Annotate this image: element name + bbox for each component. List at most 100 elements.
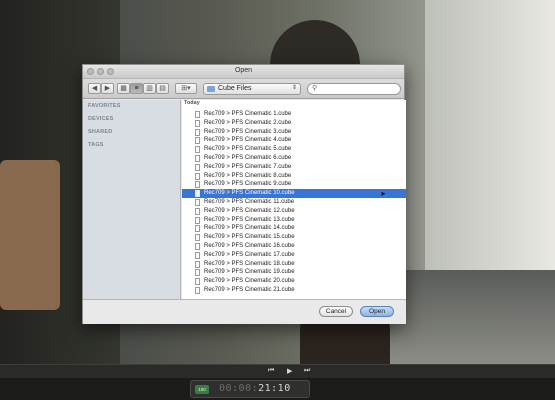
- file-row[interactable]: Rec709 > PFS Cinematic 3.cube: [182, 128, 406, 137]
- file-row[interactable]: Rec709 > PFS Cinematic 7.cube: [182, 163, 406, 172]
- document-icon: [195, 181, 200, 189]
- document-icon: [195, 234, 200, 242]
- file-name: Rec709 > PFS Cinematic 19.cube: [204, 269, 295, 276]
- file-row[interactable]: Rec709 > PFS Cinematic 8.cube: [182, 172, 406, 181]
- open-button[interactable]: Open: [360, 306, 394, 317]
- file-name: Rec709 > PFS Cinematic 12.cube: [204, 207, 295, 214]
- timecode-badge: 100: [195, 385, 209, 394]
- file-name: Rec709 > PFS Cinematic 18.cube: [204, 260, 295, 267]
- sidebar-section-favorites: FAVORITES: [88, 103, 121, 109]
- coverflow-view-button[interactable]: ▤: [156, 83, 169, 94]
- document-icon: [195, 216, 200, 224]
- folder-path-select[interactable]: Cube Files ⇕: [203, 83, 301, 95]
- timecode-text: 00:00:21:10: [219, 383, 291, 394]
- timecode-value: 21:10: [258, 383, 291, 394]
- document-icon: [195, 146, 200, 154]
- file-row[interactable]: Rec709 > PFS Cinematic 21.cube: [182, 286, 406, 295]
- dialog-toolbar: ◀ ▶ ▦ ≡ ▥ ▤ ⊞▾ Cube Files ⇕ ⚲: [83, 79, 404, 99]
- list-view-button[interactable]: ≡: [130, 83, 143, 94]
- back-arrow-icon: ◀: [91, 85, 98, 92]
- open-dialog: Open ◀ ▶ ▦ ≡ ▥ ▤ ⊞▾ Cube Files ⇕ ⚲ FAVOR…: [82, 64, 406, 324]
- file-row[interactable]: Rec709 > PFS Cinematic 1.cube: [182, 110, 406, 119]
- file-name: Rec709 > PFS Cinematic 20.cube: [204, 278, 295, 285]
- file-name: Rec709 > PFS Cinematic 1.cube: [204, 111, 292, 117]
- file-row[interactable]: Rec709 > PFS Cinematic 12.cube: [182, 207, 406, 216]
- forward-arrow-icon: ▶: [104, 85, 111, 92]
- file-name: Rec709 > PFS Cinematic 5.cube: [204, 146, 292, 153]
- arrange-grid-icon: ⊞▾: [181, 85, 191, 92]
- document-icon: [195, 287, 200, 294]
- document-icon: [195, 278, 200, 286]
- background-couch: [0, 160, 60, 310]
- file-row[interactable]: Rec709 > PFS Cinematic 19.cube: [182, 268, 406, 277]
- document-icon: [195, 119, 200, 127]
- document-icon: [195, 207, 200, 215]
- search-input[interactable]: ⚲: [307, 83, 401, 95]
- timecode-dim-part: 00:00:: [219, 383, 259, 394]
- updown-arrows-icon: ⇕: [291, 85, 297, 91]
- file-row[interactable]: Rec709 > PFS Cinematic 17.cube: [182, 251, 406, 260]
- mouse-cursor-icon: ➤: [380, 191, 386, 199]
- file-row[interactable]: Rec709 > PFS Cinematic 18.cube: [182, 260, 406, 269]
- timecode-display: 100 00:00:21:10: [190, 380, 310, 398]
- document-icon: [195, 260, 200, 268]
- file-row[interactable]: Rec709 > PFS Cinematic 9.cube: [182, 180, 406, 189]
- dialog-title: Open: [234, 67, 253, 74]
- file-row[interactable]: Rec709 > PFS Cinematic 2.cube: [182, 119, 406, 128]
- file-row[interactable]: Rec709 > PFS Cinematic 16.cube: [182, 242, 406, 251]
- coverflow-icon: ▤: [159, 85, 166, 92]
- file-row[interactable]: Rec709 > PFS Cinematic 6.cube: [182, 154, 406, 163]
- file-name: Rec709 > PFS Cinematic 16.cube: [204, 243, 295, 249]
- document-icon: [195, 155, 200, 162]
- folder-icon: [207, 86, 215, 92]
- file-list: Today Rec709 > PFS Cinematic 1.cube Rec70…: [182, 100, 406, 299]
- playback-controls: ⏮ ▶ ⏭: [0, 364, 555, 378]
- file-name: Rec709 > PFS Cinematic 8.cube: [204, 172, 292, 179]
- columns-icon: ▥: [146, 85, 153, 92]
- file-row[interactable]: Rec709 > PFS Cinematic 5.cube: [182, 145, 406, 154]
- file-row[interactable]: Rec709 > PFS Cinematic 13.cube: [182, 216, 406, 225]
- file-name: Rec709 > PFS Cinematic 14.cube: [204, 225, 295, 232]
- file-name: Rec709 > PFS Cinematic 4.cube: [204, 137, 292, 144]
- sidebar-section-tags: TAGS: [88, 142, 104, 148]
- document-icon: [195, 199, 200, 206]
- sidebar-section-devices: DEVICES: [88, 116, 114, 122]
- file-name: Rec709 > PFS Cinematic 11.cube: [204, 199, 295, 205]
- file-row[interactable]: Rec709 > PFS Cinematic 4.cube: [182, 136, 406, 145]
- file-name: Rec709 > PFS Cinematic 3.cube: [204, 128, 292, 135]
- list-icon: ≡: [134, 85, 139, 92]
- file-name: Rec709 > PFS Cinematic 7.cube: [204, 163, 292, 170]
- file-list-group-header: Today: [184, 100, 200, 106]
- document-icon: [195, 111, 200, 118]
- file-row[interactable]: Rec709 > PFS Cinematic 15.cube: [182, 233, 406, 242]
- forward-button[interactable]: ▶: [101, 83, 114, 94]
- file-name: Rec709 > PFS Cinematic 13.cube: [204, 216, 295, 223]
- document-icon: [195, 172, 200, 180]
- file-row[interactable]: Rec709 > PFS Cinematic 20.cube: [182, 277, 406, 286]
- document-icon: [195, 269, 200, 277]
- file-row-selected[interactable]: Rec709 > PFS Cinematic 10.cube ➤: [182, 189, 406, 199]
- file-row[interactable]: Rec709 > PFS Cinematic 11.cube: [182, 198, 406, 207]
- dialog-titlebar: Open: [83, 65, 404, 79]
- file-name: Rec709 > PFS Cinematic 17.cube: [204, 251, 295, 258]
- grid-icon: ▦: [120, 85, 127, 92]
- document-icon: [195, 137, 200, 145]
- back-button[interactable]: ◀: [88, 83, 101, 94]
- column-view-button[interactable]: ▥: [143, 83, 156, 94]
- background-floor: [380, 270, 555, 364]
- file-row[interactable]: Rec709 > PFS Cinematic 14.cube: [182, 224, 406, 233]
- file-name: Rec709 > PFS Cinematic 2.cube: [204, 119, 292, 126]
- arrange-menu-button[interactable]: ⊞▾: [175, 83, 197, 94]
- dialog-footer: Cancel Open: [83, 299, 406, 324]
- timecode-bar: 100 00:00:21:10: [0, 378, 555, 400]
- file-name: Rec709 > PFS Cinematic 9.cube: [204, 181, 292, 188]
- file-name: Rec709 > PFS Cinematic 21.cube: [204, 287, 295, 293]
- file-name: Rec709 > PFS Cinematic 15.cube: [204, 234, 295, 241]
- cancel-button[interactable]: Cancel: [319, 306, 353, 317]
- icon-view-button[interactable]: ▦: [117, 83, 130, 94]
- skip-forward-icon[interactable]: ⏭: [304, 367, 310, 375]
- skip-back-icon[interactable]: ⏮: [268, 367, 274, 375]
- play-icon[interactable]: ▶: [287, 367, 292, 375]
- sidebar-section-shared: SHARED: [88, 129, 113, 135]
- document-icon: [195, 163, 200, 171]
